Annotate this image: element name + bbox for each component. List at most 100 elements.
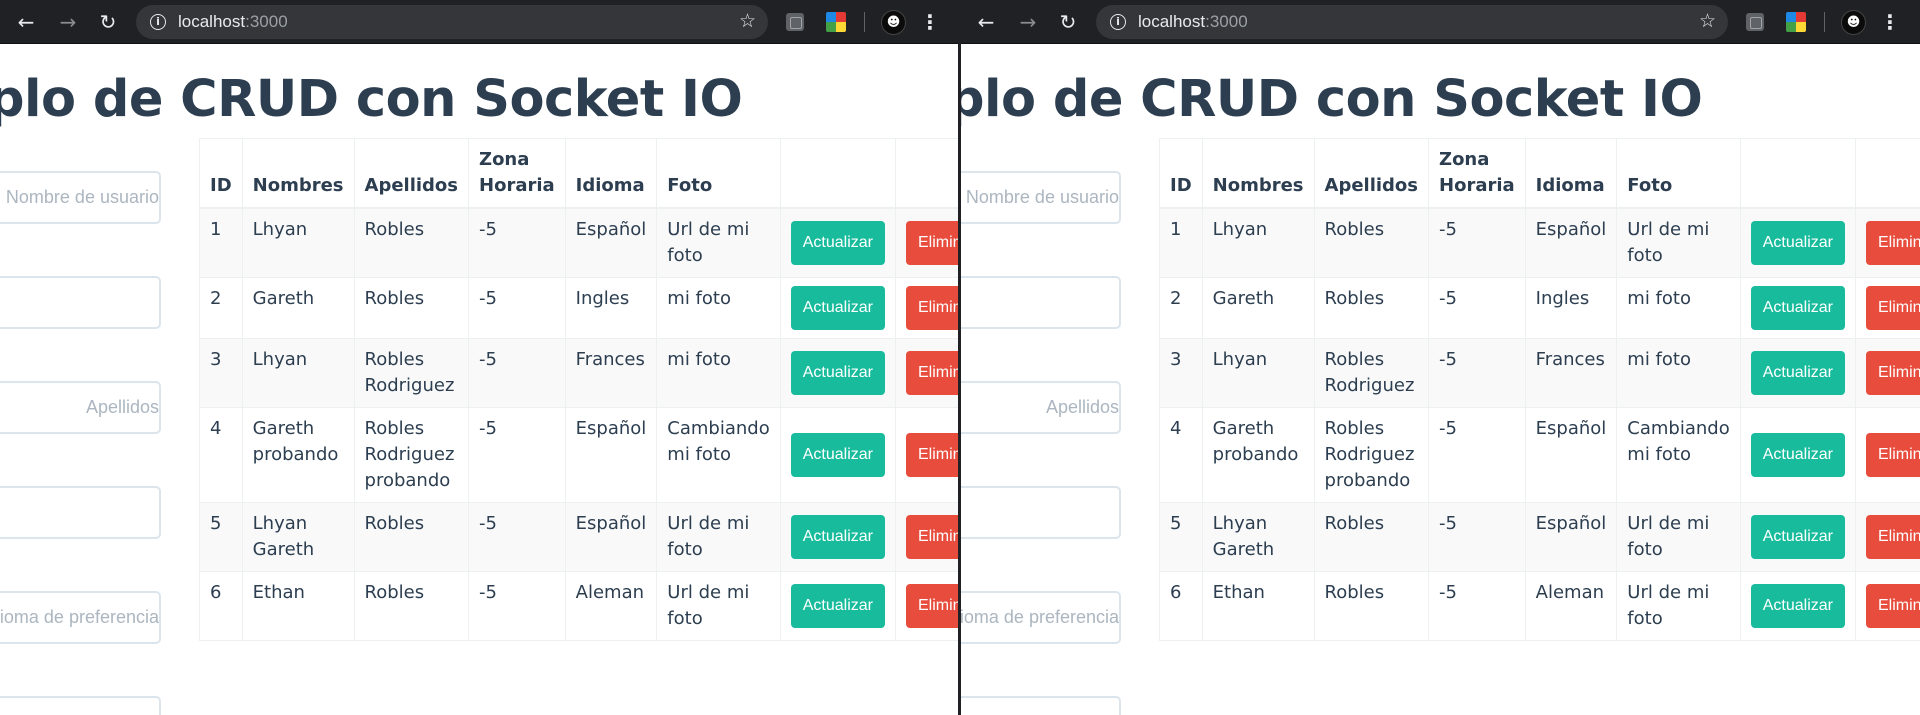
menu-icon[interactable]: ⋮ — [1880, 10, 1900, 34]
color-extension-icon[interactable] — [826, 12, 846, 32]
update-button[interactable]: Actualizar — [790, 221, 885, 265]
form-input[interactable]: Idioma de preferencia — [0, 591, 161, 644]
cell-update: Actualizar — [1739, 571, 1856, 641]
star-icon[interactable]: ☆ — [739, 10, 756, 32]
back-icon[interactable]: ← — [974, 10, 998, 34]
delete-button[interactable]: Eliminar — [1865, 433, 1920, 477]
cell-update: Actualizar — [779, 407, 896, 503]
delete-button[interactable]: Eliminar — [1865, 515, 1920, 559]
cell-apellidos: Robles — [1313, 207, 1430, 278]
update-button[interactable]: Actualizar — [790, 286, 885, 330]
cell-apellidos: Robles Rodriguez probando — [353, 407, 470, 503]
form-input[interactable] — [960, 276, 1121, 329]
cell-foto: Url de mi foto — [1616, 502, 1741, 572]
update-button[interactable]: Actualizar — [1750, 351, 1845, 395]
cell-idioma: Frances — [564, 338, 658, 408]
input-placeholder: Idioma de preferencia — [0, 607, 159, 627]
delete-button[interactable]: Eliminar — [905, 351, 960, 395]
delete-button[interactable]: Eliminar — [1865, 351, 1920, 395]
extension-icon[interactable] — [1746, 13, 1764, 31]
forward-icon[interactable]: → — [1016, 10, 1040, 34]
delete-button[interactable]: Eliminar — [905, 433, 960, 477]
update-button[interactable]: Actualizar — [790, 584, 885, 628]
left-browser-window: ← → ↻ i localhost:3000 ☆ ☻ ⋮ Ejemplo de … — [0, 0, 960, 715]
cell-id: 4 — [199, 407, 243, 503]
browser-toolbar: ← → ↻ i localhost:3000 ☆ ☻ ⋮ — [960, 0, 1920, 44]
cell-delete: Eliminar — [1854, 571, 1920, 641]
avatar-icon[interactable]: ☻ — [1841, 10, 1866, 35]
cell-idioma: Aleman — [564, 571, 658, 641]
users-table: ID Nombres Apellidos Zona Horaria Idioma… — [1159, 138, 1920, 641]
delete-button[interactable]: Eliminar — [1865, 584, 1920, 628]
reload-icon[interactable]: ↻ — [96, 10, 120, 34]
back-icon[interactable]: ← — [14, 10, 38, 34]
star-icon[interactable]: ☆ — [1699, 10, 1716, 32]
header-idioma: Idioma — [564, 138, 658, 209]
cell-id: 1 — [199, 207, 243, 278]
forward-icon[interactable]: → — [56, 10, 80, 34]
cell-zona: -5 — [1428, 338, 1526, 408]
cell-delete: Eliminar — [1854, 207, 1920, 278]
update-button[interactable]: Actualizar — [1750, 221, 1845, 265]
cell-id: 6 — [199, 571, 243, 641]
delete-button[interactable]: Eliminar — [905, 221, 960, 265]
cell-foto: Url de mi foto — [656, 571, 781, 641]
url-text[interactable]: localhost:3000 — [178, 12, 288, 32]
header-nombres: Nombres — [241, 138, 355, 209]
header-foto: Foto — [1616, 138, 1741, 209]
form-input[interactable]: Apellidos — [960, 381, 1121, 434]
update-button[interactable]: Actualizar — [1750, 515, 1845, 559]
cell-apellidos: Robles — [353, 207, 470, 278]
cell-zona: -5 — [468, 338, 566, 408]
form-input[interactable] — [0, 486, 161, 539]
update-button[interactable]: Actualizar — [790, 515, 885, 559]
cell-id: 2 — [1159, 277, 1203, 339]
cell-id: 3 — [1159, 338, 1203, 408]
url-text[interactable]: localhost:3000 — [1138, 12, 1248, 32]
update-button[interactable]: Actualizar — [1750, 286, 1845, 330]
update-button[interactable]: Actualizar — [1750, 433, 1845, 477]
delete-button[interactable]: Eliminar — [905, 286, 960, 330]
form-input[interactable]: Idioma de preferencia — [960, 591, 1121, 644]
cell-id: 5 — [1159, 502, 1203, 572]
cell-foto: Url de mi foto — [1616, 571, 1741, 641]
cell-nombres: Lhyan — [241, 338, 355, 408]
table-row: 6 Ethan Robles -5 Aleman Url de mi foto Actual… — [199, 571, 960, 641]
info-icon[interactable]: i — [150, 14, 166, 30]
avatar-icon[interactable]: ☻ — [881, 10, 906, 35]
update-button[interactable]: Actualizar — [790, 351, 885, 395]
delete-button[interactable]: Eliminar — [1865, 221, 1920, 265]
cell-zona: -5 — [468, 207, 566, 278]
address-bar[interactable]: i localhost:3000 ☆ — [136, 5, 768, 39]
form-input[interactable] — [960, 486, 1121, 539]
form-input[interactable] — [0, 696, 161, 715]
form-input[interactable]: Apellidos — [0, 381, 161, 434]
address-bar[interactable]: i localhost:3000 ☆ — [1096, 5, 1728, 39]
delete-button[interactable]: Eliminar — [905, 515, 960, 559]
cell-delete: Eliminar — [894, 207, 960, 278]
cell-apellidos: Robles — [1313, 502, 1430, 572]
header-nombres: Nombres — [1201, 138, 1315, 209]
form-input[interactable] — [0, 276, 161, 329]
reload-icon[interactable]: ↻ — [1056, 10, 1080, 34]
form-input[interactable]: Nombre de usuario — [960, 171, 1121, 224]
input-placeholder: Apellidos — [1045, 397, 1119, 417]
table-row: 2 Gareth Robles -5 Ingles mi foto Actualizar El… — [199, 277, 960, 339]
cell-zona: -5 — [1428, 277, 1526, 339]
info-icon[interactable]: i — [1110, 14, 1126, 30]
delete-button[interactable]: Eliminar — [1865, 286, 1920, 330]
cell-update: Actualizar — [779, 207, 896, 278]
delete-button[interactable]: Eliminar — [905, 584, 960, 628]
cell-idioma: Español — [1524, 502, 1618, 572]
cell-foto: Url de mi foto — [1616, 207, 1741, 278]
form-input[interactable] — [960, 696, 1121, 715]
color-extension-icon[interactable] — [1786, 12, 1806, 32]
cell-zona: -5 — [1428, 502, 1526, 572]
menu-icon[interactable]: ⋮ — [920, 10, 940, 34]
extension-icon[interactable] — [786, 13, 804, 31]
update-button[interactable]: Actualizar — [1750, 584, 1845, 628]
form-input[interactable]: Nombre de usuario — [0, 171, 161, 224]
cell-apellidos: Robles — [353, 277, 470, 339]
update-button[interactable]: Actualizar — [790, 433, 885, 477]
cell-idioma: Ingles — [1524, 277, 1618, 339]
